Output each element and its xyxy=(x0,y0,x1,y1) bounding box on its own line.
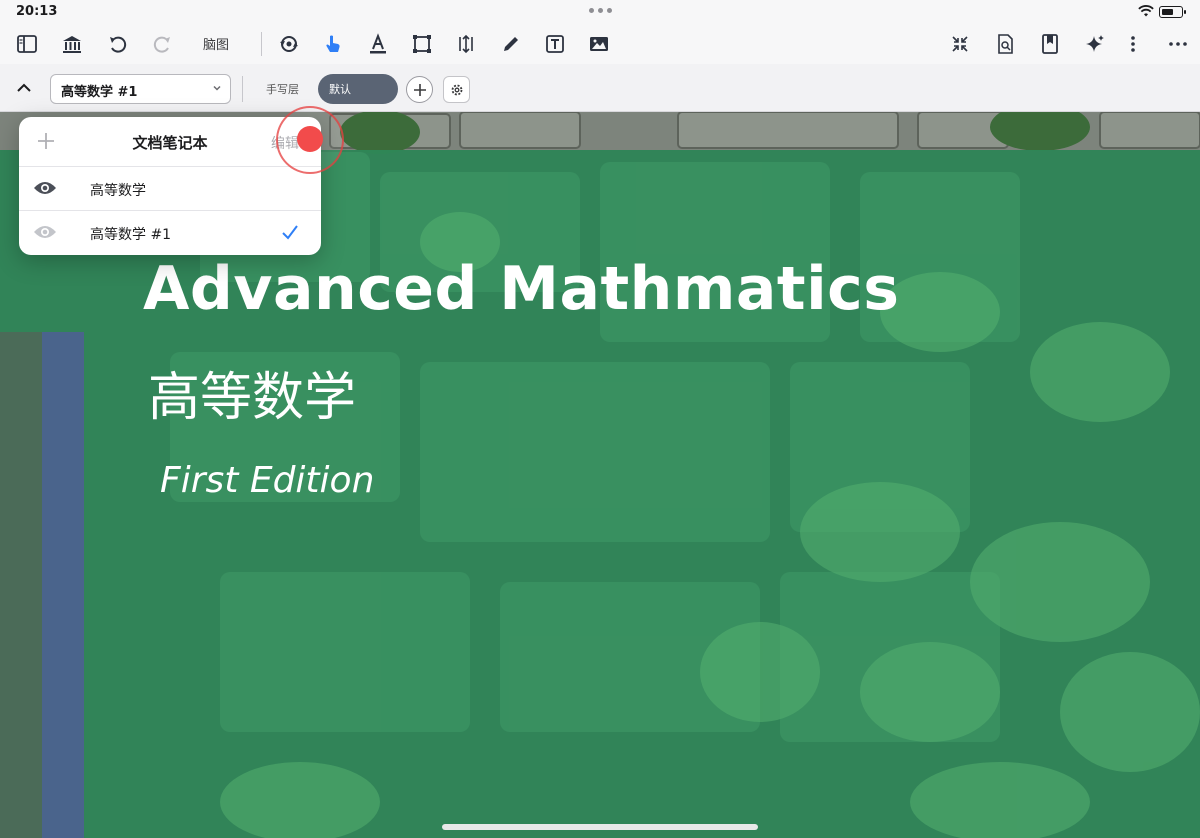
notebook-select[interactable]: 高等数学 #1 xyxy=(50,74,231,104)
toolbar-divider xyxy=(261,32,262,56)
tab-default-layer[interactable]: 默认 xyxy=(318,74,398,104)
notebook-select-value: 高等数学 #1 xyxy=(61,85,138,100)
layer-bar: 高等数学 #1 手写层 默认 xyxy=(0,64,1200,112)
more-vertical-icon[interactable] xyxy=(1119,30,1147,58)
status-time: 20:13 xyxy=(16,4,58,19)
cover-title: Advanced Mathmatics xyxy=(143,254,900,324)
redo-icon[interactable] xyxy=(148,30,176,58)
notebook-item-label: 高等数学 #1 xyxy=(90,227,172,243)
sidebar-icon[interactable] xyxy=(13,30,41,58)
rotate-view-icon[interactable] xyxy=(275,30,303,58)
home-indicator[interactable] xyxy=(442,824,758,830)
notebook-item-label: 高等数学 xyxy=(90,183,146,199)
layer-bar-divider xyxy=(242,76,243,102)
notebook-list-item[interactable]: 高等数学 #1 xyxy=(19,211,321,255)
text-box-icon[interactable] xyxy=(541,30,569,58)
search-document-icon[interactable] xyxy=(991,30,1019,58)
main-toolbar: 脑图 xyxy=(0,24,1200,64)
chevron-up-icon[interactable] xyxy=(12,76,36,100)
checkmark-icon xyxy=(282,225,298,240)
undo-icon[interactable] xyxy=(104,30,132,58)
wifi-icon xyxy=(1138,5,1154,17)
eye-hidden-icon[interactable] xyxy=(33,224,57,240)
sparkle-icon[interactable] xyxy=(1081,30,1109,58)
bookmark-icon[interactable] xyxy=(1036,30,1064,58)
more-horizontal-icon[interactable] xyxy=(1164,30,1192,58)
layer-settings-button[interactable] xyxy=(443,76,470,103)
library-icon[interactable] xyxy=(58,30,86,58)
status-bar: 20:13 xyxy=(0,0,1200,24)
cover-edition: First Edition xyxy=(160,460,375,501)
pencil-icon[interactable] xyxy=(497,30,525,58)
add-layer-button[interactable] xyxy=(406,76,433,103)
text-color-icon[interactable] xyxy=(364,30,392,58)
battery-icon xyxy=(1159,6,1186,18)
collapse-arrows-icon[interactable] xyxy=(946,30,974,58)
tab-handwriting-layer[interactable]: 手写层 xyxy=(266,81,299,97)
plus-icon xyxy=(413,83,426,96)
image-icon[interactable] xyxy=(585,30,613,58)
eye-icon[interactable] xyxy=(33,180,57,196)
hand-pointer-icon[interactable] xyxy=(319,30,347,58)
mindmap-button[interactable]: 脑图 xyxy=(203,34,229,53)
cover-subtitle: 高等数学 xyxy=(148,368,357,428)
notebook-list-item[interactable]: 高等数学 xyxy=(19,167,321,211)
chevron-down-icon xyxy=(213,85,221,91)
resize-icon[interactable] xyxy=(452,30,480,58)
multitasking-dots-icon[interactable] xyxy=(589,8,612,13)
gear-icon xyxy=(451,84,462,95)
touch-indicator-dot xyxy=(297,126,323,152)
crop-frame-icon[interactable] xyxy=(408,30,436,58)
